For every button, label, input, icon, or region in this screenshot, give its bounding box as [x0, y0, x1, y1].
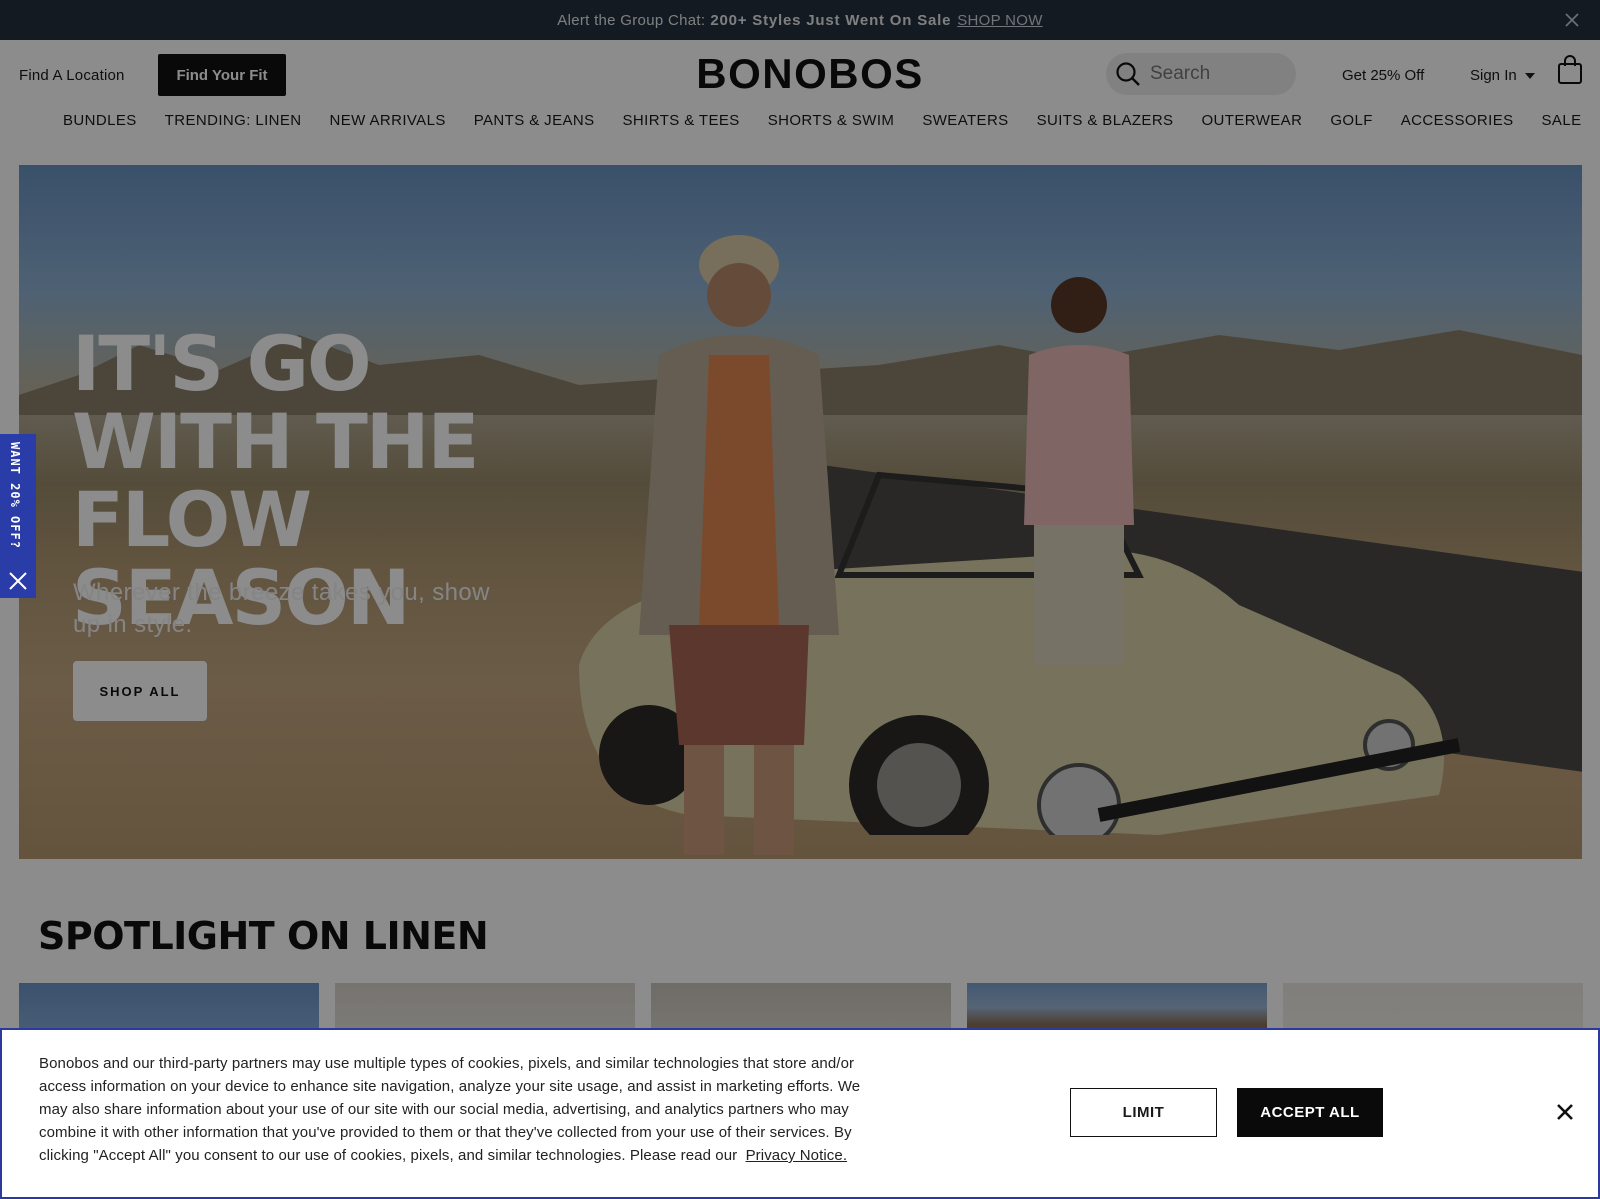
cookie-body: Bonobos and our third-party partners may… [39, 1055, 861, 1164]
side-tab-label: WANT 20% OFF? [8, 442, 22, 549]
accept-all-button[interactable]: ACCEPT ALL [1237, 1088, 1383, 1137]
modal-overlay [0, 0, 1600, 1199]
limit-button[interactable]: LIMIT [1070, 1088, 1217, 1137]
close-icon[interactable] [1555, 1102, 1575, 1122]
privacy-notice-link[interactable]: Privacy Notice. [746, 1147, 848, 1164]
discount-side-tab[interactable]: WANT 20% OFF? [0, 434, 36, 598]
cookie-consent-banner: Bonobos and our third-party partners may… [0, 1028, 1600, 1199]
close-icon[interactable] [7, 570, 29, 592]
cookie-text: Bonobos and our third-party partners may… [39, 1052, 889, 1167]
